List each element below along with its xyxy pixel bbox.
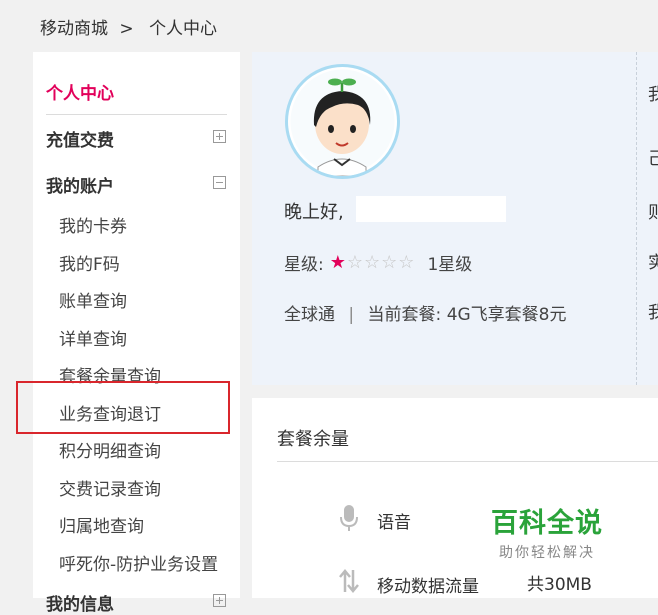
sidebar-item-cards[interactable]: 我的卡券 — [59, 212, 127, 237]
greeting-text: 晚上好, — [284, 202, 344, 223]
star-filled-icon: ★ — [329, 252, 347, 273]
star-level-text: 1星级 — [427, 255, 473, 275]
sidebar-divider — [46, 114, 227, 115]
breadcrumb-current: 个人中心 — [149, 19, 218, 39]
data-transfer-icon — [338, 568, 360, 598]
column-divider — [636, 52, 637, 385]
star-level-label: 星级: — [284, 255, 324, 275]
right-column-text: 己 — [648, 149, 658, 169]
star-empty-icon: ☆ — [381, 252, 399, 273]
watermark-subtitle: 助你轻松解决 — [499, 545, 595, 561]
breadcrumb: 移动商城 > 个人中心 — [40, 14, 217, 39]
avatar — [285, 64, 400, 179]
right-column-text: 我 — [648, 85, 658, 105]
watermark-title: 百科全说 — [491, 508, 603, 539]
user-name-masked — [356, 196, 506, 222]
breadcrumb-separator: > — [119, 19, 134, 39]
right-column-text: 我 — [648, 303, 658, 323]
sidebar: 个人中心 充值交费 我的账户 我的卡券 我的F码 账单查询 详单查询 套餐余量查… — [33, 52, 240, 615]
mobile-data-label: 移动数据流量 — [377, 577, 479, 597]
microphone-icon — [338, 504, 360, 536]
expand-plus-icon[interactable] — [213, 130, 226, 143]
current-plan-name: 4G飞享套餐8元 — [446, 305, 567, 325]
sidebar-item-location-query[interactable]: 归属地查询 — [59, 512, 144, 537]
plan-separator: | — [348, 305, 355, 325]
voice-label: 语音 — [377, 513, 411, 533]
current-plan-label: 当前套餐: — [367, 305, 442, 325]
sidebar-item-fcode[interactable]: 我的F码 — [59, 250, 120, 275]
brand-name: 全球通 — [284, 305, 335, 325]
sidebar-category-account[interactable]: 我的账户 — [46, 172, 114, 197]
mobile-data-value: 共30MB — [527, 575, 592, 595]
plan-remaining-panel: 套餐余量 语音 移动数据流量 共30MB — [252, 398, 658, 598]
star-empty-icon: ☆ — [398, 252, 416, 273]
watermark-logo: 百科全说 助你轻松解决 — [487, 508, 607, 562]
right-column-text: 实 — [648, 253, 658, 273]
cartoon-avatar-icon — [290, 69, 395, 176]
expand-plus-icon[interactable] — [213, 594, 226, 607]
highlight-box — [16, 381, 230, 434]
sidebar-item-detail-query[interactable]: 详单查询 — [59, 325, 127, 350]
sidebar-item-harassment-protection[interactable]: 呼死你-防护业务设置 — [59, 550, 218, 575]
sidebar-category-info[interactable]: 我的信息 — [46, 590, 114, 615]
sidebar-category-recharge[interactable]: 充值交费 — [46, 126, 114, 151]
star-rating: ★☆☆☆☆ — [330, 252, 416, 273]
sidebar-item-bill-query[interactable]: 账单查询 — [59, 287, 127, 312]
panel-title: 套餐余量 — [277, 429, 349, 450]
plan-row: 全球通 | 当前套餐: 4G飞享套餐8元 — [284, 300, 567, 325]
sidebar-item-payment-records[interactable]: 交费记录查询 — [59, 475, 161, 500]
profile-card: 晚上好, 星级: ★☆☆☆☆ 1星级 全球通 | 当前套餐: 4G飞享套餐8元 … — [252, 52, 658, 385]
breadcrumb-home[interactable]: 移动商城 — [40, 19, 108, 39]
right-column-text: 则 — [648, 203, 658, 223]
star-level-row: 星级: ★☆☆☆☆ 1星级 — [284, 250, 472, 275]
sidebar-item-points-detail[interactable]: 积分明细查询 — [59, 437, 161, 462]
sidebar-title[interactable]: 个人中心 — [46, 79, 114, 104]
panel-divider — [277, 461, 658, 462]
collapse-minus-icon[interactable] — [213, 176, 226, 189]
star-empty-icon: ☆ — [346, 252, 365, 273]
star-empty-icon: ☆ — [364, 252, 382, 273]
